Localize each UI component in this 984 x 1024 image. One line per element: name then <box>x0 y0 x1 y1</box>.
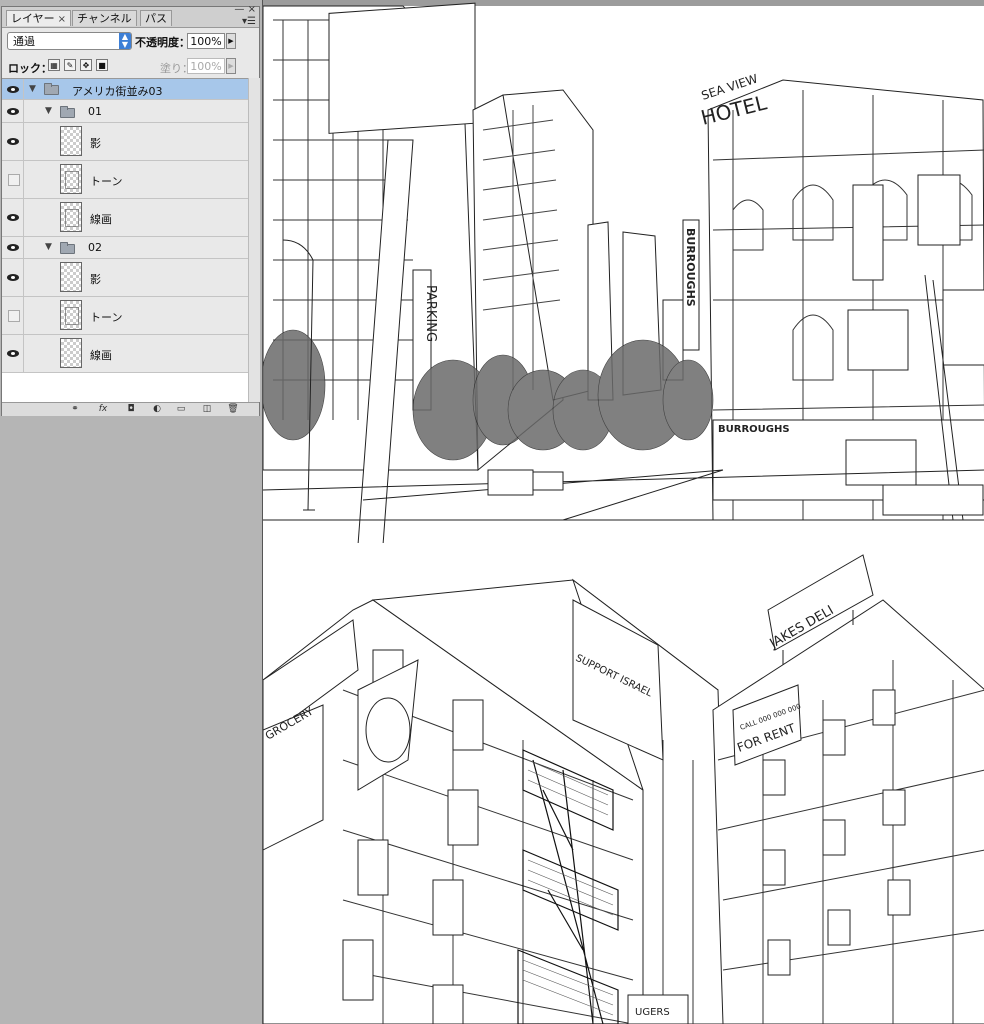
hidden-visibility-box <box>8 310 20 322</box>
layer-row-lineart-02[interactable]: 線画 <box>2 335 248 373</box>
adjustment-icon[interactable]: ◐ <box>150 404 164 414</box>
layer-name: アメリカ街並み03 <box>72 85 163 98</box>
visibility-toggle[interactable] <box>2 123 24 160</box>
new-layer-icon[interactable]: ◫ <box>200 404 214 414</box>
fx-icon[interactable]: fx <box>96 404 110 414</box>
visibility-toggle[interactable] <box>2 79 24 99</box>
eye-icon <box>7 244 19 251</box>
layer-row-shadow-02[interactable]: 影 <box>2 259 248 297</box>
lock-position-icon[interactable]: ✥ <box>80 59 92 71</box>
minimize-icon[interactable]: — <box>234 4 244 15</box>
layer-name: 影 <box>90 273 101 286</box>
fill-input[interactable]: 100% <box>187 58 225 74</box>
link-icon[interactable]: ⚭ <box>68 404 82 414</box>
mask-icon[interactable]: ◘ <box>124 404 138 414</box>
layer-name: トーン <box>90 311 123 324</box>
visibility-toggle[interactable] <box>2 259 24 296</box>
window-controls: — × ▾☰ <box>234 5 256 27</box>
lock-label: ロック： <box>8 62 52 75</box>
burroughs-vertical-sign-text: BURROUGHS <box>684 228 697 307</box>
thumbnail-sketch <box>65 209 79 227</box>
disclosure-triangle-icon[interactable]: ▼ <box>45 242 52 252</box>
layer-name: 線画 <box>90 213 112 226</box>
eye-icon <box>7 350 19 357</box>
layer-row-group-02[interactable]: ▼ 02 <box>2 237 248 259</box>
layer-thumbnail <box>60 300 82 330</box>
tab-paths[interactable]: パス <box>140 10 172 26</box>
lock-transparent-icon[interactable]: ▦ <box>48 59 60 71</box>
eye-icon <box>7 214 19 221</box>
eye-icon <box>7 274 19 281</box>
layer-thumbnail <box>60 126 82 156</box>
disclosure-triangle-icon[interactable]: ▼ <box>29 84 36 94</box>
visibility-toggle[interactable] <box>2 335 24 372</box>
fill-slider-arrow-icon[interactable]: ▶ <box>226 58 236 74</box>
top-panel-street-scene <box>263 2 984 547</box>
layer-list: ▼ アメリカ街並み03 ▼ 01 影 トーン 線画 ▼ 02 影 トーン 線画 <box>2 78 248 403</box>
panel-menu-icon[interactable]: ▾☰ <box>234 17 256 27</box>
folder-icon <box>60 242 75 254</box>
visibility-toggle[interactable] <box>2 297 24 334</box>
layers-panel: レイヤー × チャンネル パス — × ▾☰ 通過 ▲ ▼ 不透明度： 100% ▶… <box>1 5 260 416</box>
hidden-visibility-box <box>8 174 20 186</box>
folder-icon[interactable]: ▭ <box>174 404 188 414</box>
visibility-toggle[interactable] <box>2 199 24 236</box>
document-canvas[interactable]: PARKING BURROUGHS SEA VIEW HOTEL BURROUG… <box>262 0 984 1024</box>
bottom-panel-buildings <box>263 554 984 1024</box>
layer-name: 線画 <box>90 349 112 362</box>
opacity-label: 不透明度： <box>135 36 190 49</box>
layer-row-group-main[interactable]: ▼ アメリカ街並み03 <box>2 79 248 100</box>
layer-name: トーン <box>90 175 123 188</box>
thumbnail-sketch <box>65 307 79 325</box>
visibility-toggle[interactable] <box>2 161 24 198</box>
manga-background-artwork: PARKING BURROUGHS SEA VIEW HOTEL BURROUG… <box>263 2 984 1024</box>
layer-thumbnail <box>60 202 82 232</box>
layer-name: 01 <box>88 105 102 118</box>
folder-icon <box>60 106 75 118</box>
close-icon[interactable]: × <box>248 4 256 15</box>
thumbnail-sketch <box>65 171 79 189</box>
tab-layers[interactable]: レイヤー × <box>6 10 72 26</box>
layer-thumbnail <box>60 164 82 194</box>
layer-row-tone-01[interactable]: トーン <box>2 161 248 199</box>
layer-row-lineart-01[interactable]: 線画 <box>2 199 248 237</box>
storefront-sign-text: BURROUGHS <box>718 424 790 435</box>
tab-layers-label: レイヤー <box>11 12 55 25</box>
layer-list-scrollbar[interactable] <box>248 78 260 402</box>
lock-image-icon[interactable]: ✎ <box>64 59 76 71</box>
layer-name: 影 <box>90 137 101 150</box>
layer-row-group-01[interactable]: ▼ 01 <box>2 100 248 123</box>
parking-sign-text: PARKING <box>423 285 438 342</box>
lock-all-icon[interactable]: ■ <box>96 59 108 71</box>
eye-icon <box>7 86 19 93</box>
layer-row-shadow-01[interactable]: 影 <box>2 123 248 161</box>
layer-row-tone-02[interactable]: トーン <box>2 297 248 335</box>
eye-icon <box>7 138 19 145</box>
trash-icon[interactable]: 🗑 <box>226 404 240 414</box>
tab-channels[interactable]: チャンネル <box>72 10 137 26</box>
folder-icon <box>44 83 59 95</box>
layer-thumbnail <box>60 262 82 292</box>
eye-icon <box>7 108 19 115</box>
disclosure-triangle-icon[interactable]: ▼ <box>45 106 52 116</box>
opacity-slider-arrow-icon[interactable]: ▶ <box>226 33 236 49</box>
blend-mode-value: 通過 <box>13 35 35 48</box>
bottom-sign-text: UGERS <box>635 1007 670 1018</box>
visibility-toggle[interactable] <box>2 237 24 258</box>
opacity-input[interactable]: 100% <box>187 33 225 49</box>
layers-panel-footer: ⚭ fx ◘ ◐ ▭ ◫ 🗑 <box>2 402 259 416</box>
tab-close-icon[interactable]: × <box>58 14 66 25</box>
visibility-toggle[interactable] <box>2 100 24 122</box>
select-arrows-icon: ▲ ▼ <box>119 33 131 49</box>
blend-mode-select[interactable]: 通過 ▲ ▼ <box>7 32 132 50</box>
panel-tab-bar: レイヤー × チャンネル パス — × ▾☰ <box>2 5 259 28</box>
layer-thumbnail <box>60 338 82 368</box>
tab-paths-label: パス <box>145 12 167 25</box>
tab-channels-label: チャンネル <box>77 12 132 25</box>
layer-name: 02 <box>88 241 102 254</box>
